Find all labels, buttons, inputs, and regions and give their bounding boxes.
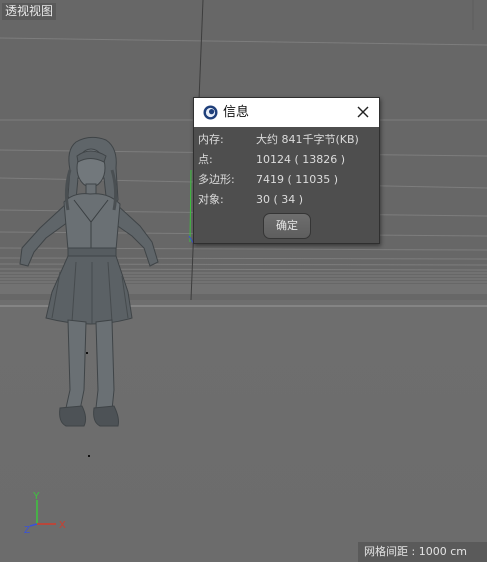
info-value: 7419 ( 11035 ) bbox=[256, 173, 339, 186]
viewport-label[interactable]: 透视视图 bbox=[2, 3, 57, 20]
axis-x-label: X bbox=[59, 520, 66, 531]
ok-button[interactable]: 确定 bbox=[263, 213, 311, 239]
axis-z-label: Z bbox=[24, 525, 30, 536]
info-label: 对象: bbox=[198, 193, 224, 206]
info-dialog: 信息 内存: 大约 841千字节(KB) 点: 10124 ( 13826 ) … bbox=[193, 97, 380, 244]
scene-canvas bbox=[0, 0, 487, 457]
scene-dot bbox=[88, 455, 90, 457]
info-label: 点: bbox=[198, 153, 213, 166]
info-label: 内存: bbox=[198, 133, 224, 146]
axis-y-label: Y bbox=[33, 491, 40, 502]
cinema4d-logo-icon bbox=[203, 105, 218, 120]
scene-dot bbox=[86, 352, 88, 354]
axis-gizmo: Y X Z bbox=[24, 491, 66, 536]
perspective-viewport[interactable]: 透视视图 Y X Z 网格间距 : 1000 cm 信息 内存: 大约 841千… bbox=[0, 0, 487, 562]
grid-spacing-label: 网格间距 : 1000 cm bbox=[358, 542, 487, 562]
close-icon bbox=[357, 106, 369, 118]
dialog-title: 信息 bbox=[223, 105, 250, 120]
info-value: 10124 ( 13826 ) bbox=[256, 153, 346, 166]
dialog-titlebar[interactable]: 信息 bbox=[194, 98, 379, 127]
axis-z-line bbox=[29, 523, 38, 527]
info-value: 30 ( 34 ) bbox=[256, 193, 304, 206]
close-button[interactable] bbox=[353, 102, 373, 122]
world-y-axis bbox=[189, 169, 192, 243]
info-value: 大约 841千字节(KB) bbox=[256, 133, 359, 146]
info-label: 多边形: bbox=[198, 173, 235, 186]
